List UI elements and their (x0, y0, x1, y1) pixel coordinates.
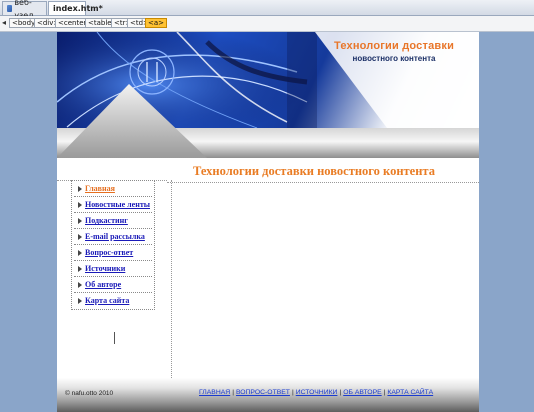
text-cursor (114, 332, 115, 344)
nav-item-label: Главная (85, 184, 115, 193)
navigation-menu: Главная Новостные ленты Подкастинг E-mai… (71, 180, 155, 310)
tag-a-selected[interactable]: <a> (145, 18, 168, 28)
footer-link-sitemap[interactable]: КАРТА САЙТА (387, 389, 433, 396)
nav-item-label: Вопрос-ответ (85, 248, 134, 257)
footer: © nafu.otto 2010 ГЛАВНАЯ | ВОПРОС-ОТВЕТ … (57, 378, 479, 412)
nav-item-faq[interactable]: Вопрос-ответ (74, 245, 152, 261)
bullet-arrow-icon (78, 217, 82, 224)
nav-item-sources[interactable]: Источники (74, 261, 152, 277)
navigation-column: Главная Новостные ленты Подкастинг E-mai… (57, 180, 172, 378)
bullet-arrow-icon (78, 201, 82, 208)
bullet-arrow-icon (78, 281, 82, 288)
tab-website[interactable]: веб-узел (2, 0, 47, 20)
footer-link-faq[interactable]: ВОПРОС-ОТВЕТ (236, 389, 290, 396)
nav-item-label: Подкастинг (85, 216, 128, 225)
bullet-arrow-icon (78, 297, 82, 304)
nav-item-email[interactable]: E-mail рассылка (74, 229, 152, 245)
footer-separator: | (291, 389, 294, 396)
footer-link-sources[interactable]: ИСТОЧНИКИ (296, 389, 338, 396)
design-canvas[interactable]: Технологии доставки новостного контента … (57, 32, 479, 412)
nav-item-about[interactable]: Об авторе (74, 277, 152, 293)
footer-separator: | (232, 389, 234, 396)
bullet-arrow-icon (78, 233, 82, 240)
nav-item-news-feeds[interactable]: Новостные ленты (74, 197, 152, 213)
nav-item-home[interactable]: Главная (74, 181, 152, 197)
footer-links: ГЛАВНАЯ | ВОПРОС-ОТВЕТ | ИСТОЧНИКИ | ОБ … (199, 389, 433, 396)
footer-separator: | (383, 389, 386, 396)
footer-link-about[interactable]: ОБ АВТОРЕ (343, 389, 381, 396)
copyright-text: © nafu.otto 2010 (65, 390, 114, 397)
banner-title: Технологии доставки (333, 40, 455, 52)
tag-selector-bar: ◂ <body> <div> <center> <table> <tr> <td… (0, 16, 534, 32)
footer-link-home[interactable]: ГЛАВНАЯ (199, 389, 230, 396)
nav-item-label: Карта сайта (85, 296, 130, 305)
tab-index-htm[interactable]: index.htm* (48, 1, 103, 15)
document-tab-bar: веб-узел index.htm* (0, 0, 534, 20)
tab-index-label: index.htm* (53, 4, 103, 13)
nav-item-podcasting[interactable]: Подкастинг (74, 213, 152, 229)
bullet-arrow-icon (78, 249, 82, 256)
page-title: Технологии доставки новостного контента (193, 164, 435, 178)
nav-item-label: Об авторе (85, 280, 122, 289)
nav-item-label: E-mail рассылка (85, 232, 145, 241)
main-content-area[interactable] (171, 180, 479, 378)
bullet-arrow-icon (78, 185, 82, 192)
nav-item-label: Источники (85, 264, 126, 273)
nav-item-sitemap[interactable]: Карта сайта (74, 293, 152, 308)
title-row-left-cell (57, 160, 167, 181)
footer-separator: | (339, 389, 342, 396)
banner-subtitle: новостного контента (352, 54, 436, 63)
website-icon (7, 5, 13, 12)
nav-item-label: Новостные ленты (85, 200, 150, 209)
bullet-arrow-icon (78, 265, 82, 272)
scroll-left-icon[interactable]: ◂ (2, 18, 6, 27)
